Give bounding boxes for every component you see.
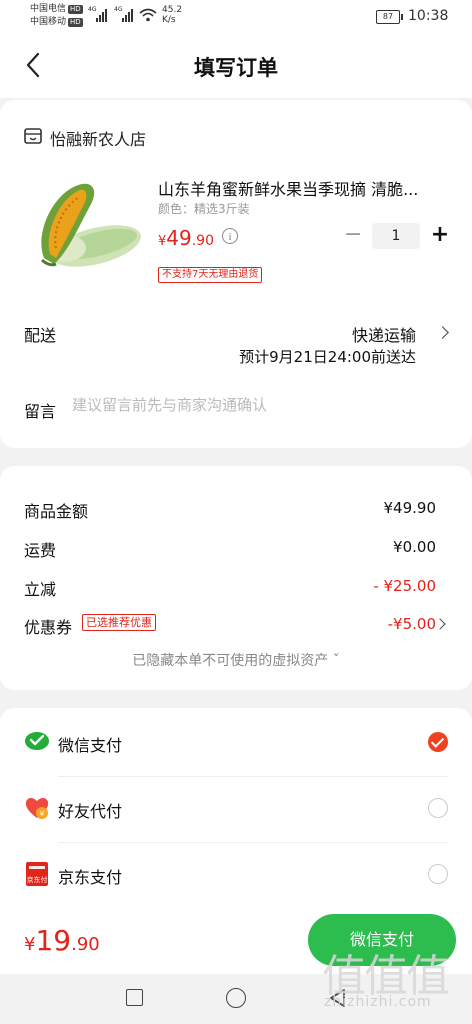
payment-label: 京东支付: [58, 868, 123, 887]
coupon-value[interactable]: -¥5.00: [388, 615, 436, 633]
quantity-field[interactable]: 1: [372, 223, 420, 249]
payment-option-friend[interactable]: ¥ 好友代付: [0, 776, 472, 842]
goods-amount-label: 商品金额: [24, 502, 89, 521]
wifi-icon: [139, 8, 157, 22]
freight-value: ¥0.00: [393, 538, 436, 556]
status-bar: 中国电信 HD 中国移动 HD 4G 4G 45.2 K/s 87 10:38: [0, 0, 472, 34]
payment-label: 好友代付: [58, 802, 123, 821]
signal-icon: 4G: [88, 6, 110, 22]
friend-pay-icon: ¥: [25, 798, 49, 819]
page-title: 填写订单: [194, 56, 278, 80]
product-spec: 颜色：精选3斤装: [158, 202, 250, 216]
watermark-url: zhizhizhi.com: [324, 994, 432, 1010]
home-button[interactable]: [226, 988, 246, 1008]
shipping-eta: 预计9月21日24:00前送达: [239, 348, 416, 366]
carrier-2: 中国移动 HD: [30, 17, 83, 27]
battery-icon: 87: [376, 10, 403, 24]
freight-label: 运费: [24, 541, 57, 560]
chevron-right-icon[interactable]: [436, 326, 449, 339]
shipping-method[interactable]: 快递运输: [352, 322, 416, 346]
payment-option-wechat[interactable]: 微信支付: [0, 710, 472, 776]
recent-apps-button[interactable]: [126, 989, 143, 1006]
note-input[interactable]: [72, 396, 442, 414]
clock: 10:38: [408, 8, 449, 24]
jd-pay-icon: 京东付: [26, 862, 48, 886]
quantity-increase-button[interactable]: +: [430, 224, 450, 248]
store-name[interactable]: 怡融新农人店: [50, 126, 146, 150]
total-price: ¥19.90: [24, 924, 100, 957]
note-label: 留言: [24, 402, 57, 421]
chevron-right-icon[interactable]: [434, 618, 446, 630]
discount-value: - ¥25.00: [373, 577, 436, 595]
hidden-assets-toggle[interactable]: 已隐藏本单不可使用的虚拟资产 ˇ: [0, 650, 472, 670]
payment-methods-card: 微信支付 ¥ 好友代付 京东付 京东支付: [0, 708, 472, 918]
quantity-decrease-button[interactable]: −: [344, 224, 362, 248]
goods-amount-value: ¥49.90: [383, 499, 437, 517]
payment-label: 微信支付: [58, 736, 123, 755]
radio-selected[interactable]: [428, 732, 448, 752]
order-item-card: 怡融新农人店 山东羊角蜜新鲜水果当季现摘 清脆... 颜色：精选3斤装 ¥49.…: [0, 100, 472, 448]
no-return-tag: 不支持7天无理由退货: [158, 267, 263, 283]
watermark-logo: 值值值 zhizhizhi.com: [322, 940, 470, 1022]
carrier-1: 中国电信 HD: [30, 4, 83, 14]
product-price: ¥49.90: [158, 226, 214, 250]
info-icon[interactable]: i: [222, 228, 238, 244]
radio-unselected[interactable]: [428, 864, 448, 884]
network-speed: 45.2 K/s: [162, 5, 183, 25]
coupon-label: 优惠券: [24, 618, 73, 637]
svg-text:京东付: 京东付: [27, 875, 48, 884]
price-summary-card: 商品金额 ¥49.90 运费 ¥0.00 立减 - ¥25.00 优惠券 已选推…: [0, 466, 472, 690]
radio-unselected[interactable]: [428, 798, 448, 818]
product-image[interactable]: [24, 178, 146, 278]
coupon-badge[interactable]: 已选推荐优惠: [82, 614, 156, 631]
page-header: 填写订单: [0, 34, 472, 98]
svg-text:¥: ¥: [40, 810, 45, 818]
store-icon: [24, 128, 42, 144]
product-title[interactable]: 山东羊角蜜新鲜水果当季现摘 清脆...: [158, 176, 442, 200]
wechat-pay-icon: [25, 732, 49, 750]
discount-label: 立减: [24, 580, 57, 599]
shipping-label: 配送: [24, 326, 57, 345]
payment-option-jd[interactable]: 京东付 京东支付: [0, 842, 472, 908]
signal-icon-2: 4G: [114, 6, 136, 22]
